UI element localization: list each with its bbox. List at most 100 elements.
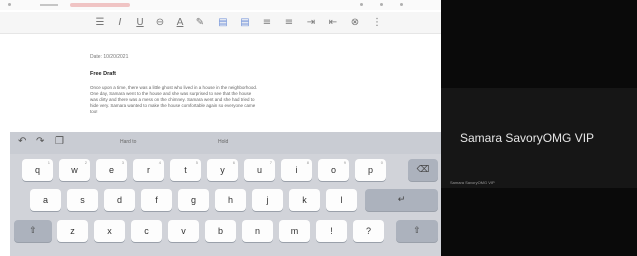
align-center-icon[interactable]: ▤ bbox=[237, 15, 253, 31]
key-label: u bbox=[256, 165, 262, 175]
shift-key-left[interactable]: ⇧ bbox=[14, 220, 52, 242]
status-marker bbox=[40, 4, 58, 6]
outdent-icon[interactable]: ⇤ bbox=[325, 15, 341, 31]
document-line: hide very. Samara wanted to make the hou… bbox=[90, 103, 256, 108]
key-label: i bbox=[295, 165, 298, 175]
key-r[interactable]: r4 bbox=[133, 159, 164, 181]
backspace-key[interactable]: ⌫ bbox=[408, 159, 438, 181]
key-sub-label: 4 bbox=[158, 160, 161, 165]
document-page[interactable]: Date: 10/20/2021 Free Draft Once upon a … bbox=[10, 34, 441, 130]
key-o[interactable]: o9 bbox=[318, 159, 349, 181]
undo-icon[interactable]: ↶ bbox=[18, 136, 26, 147]
key-s[interactable]: s bbox=[67, 189, 98, 211]
key-label: x bbox=[107, 226, 112, 236]
key-label: s bbox=[80, 195, 85, 205]
key-v[interactable]: v bbox=[168, 220, 199, 242]
clear-format-icon[interactable]: ⊗ bbox=[347, 15, 363, 31]
document-title: Free Draft bbox=[90, 71, 116, 77]
key-sub-label: 9 bbox=[343, 160, 346, 165]
key-label: g bbox=[190, 195, 196, 205]
document-line: too! bbox=[90, 109, 98, 114]
key-label: r bbox=[147, 165, 150, 175]
tab-indicator bbox=[70, 3, 130, 7]
key-label: o bbox=[330, 165, 336, 175]
document-date: Date: 10/20/2021 bbox=[90, 54, 129, 60]
undo-icon[interactable]: ☰ bbox=[92, 15, 108, 31]
key-b[interactable]: b bbox=[205, 220, 236, 242]
key-label: p bbox=[367, 165, 373, 175]
redo-icon[interactable]: ↷ bbox=[36, 136, 44, 147]
numbered-list-icon[interactable]: ≡ bbox=[281, 15, 297, 31]
key-t[interactable]: t5 bbox=[170, 159, 201, 181]
indent-icon[interactable]: ⇥ bbox=[303, 15, 319, 31]
key-question[interactable]: ? bbox=[353, 220, 384, 242]
key-label: j bbox=[266, 195, 269, 205]
key-sub-label: 7 bbox=[269, 160, 272, 165]
align-left-icon[interactable]: ▤ bbox=[215, 15, 231, 31]
status-dot bbox=[8, 3, 11, 6]
key-q[interactable]: q1 bbox=[22, 159, 53, 181]
shift-key-right[interactable]: ⇧ bbox=[396, 220, 438, 242]
strikethrough-icon[interactable]: ⊖ bbox=[152, 15, 168, 31]
suggestion[interactable]: Hold bbox=[218, 139, 228, 145]
key-x[interactable]: x bbox=[94, 220, 125, 242]
key-n[interactable]: n bbox=[242, 220, 273, 242]
text-color-icon[interactable]: A bbox=[172, 15, 188, 31]
key-w[interactable]: w2 bbox=[59, 159, 90, 181]
key-m[interactable]: m bbox=[279, 220, 310, 242]
return-key[interactable]: ↵ bbox=[365, 189, 438, 211]
key-label: k bbox=[302, 195, 307, 205]
streamer-name: Samara SavoryOMG VIP bbox=[460, 131, 595, 145]
key-c[interactable]: c bbox=[131, 220, 162, 242]
underline-icon[interactable]: U bbox=[132, 15, 148, 31]
key-label: ↵ bbox=[397, 195, 406, 205]
key-exclamation[interactable]: ! bbox=[316, 220, 347, 242]
key-sub-label: 6 bbox=[232, 160, 235, 165]
key-sub-label: 1 bbox=[47, 160, 50, 165]
key-e[interactable]: e3 bbox=[96, 159, 127, 181]
suggestion[interactable]: Hard to bbox=[120, 139, 136, 145]
key-j[interactable]: j bbox=[252, 189, 283, 211]
key-label: b bbox=[217, 226, 223, 236]
key-label: z bbox=[70, 226, 75, 236]
video-subtitle: Samara SavoryOMG VIP bbox=[450, 180, 495, 185]
key-p[interactable]: p0 bbox=[355, 159, 386, 181]
key-h[interactable]: h bbox=[215, 189, 246, 211]
key-f[interactable]: f bbox=[141, 189, 172, 211]
key-label: m bbox=[290, 226, 299, 236]
status-dot bbox=[380, 3, 383, 6]
key-sub-label: 2 bbox=[84, 160, 87, 165]
italic-icon[interactable]: I bbox=[112, 15, 128, 31]
key-label: e bbox=[108, 165, 114, 175]
video-panel[interactable]: Samara SavoryOMG VIP Samara SavoryOMG VI… bbox=[441, 0, 637, 256]
key-label: a bbox=[42, 195, 48, 205]
bullet-list-icon[interactable]: ≡ bbox=[259, 15, 275, 31]
key-k[interactable]: k bbox=[289, 189, 320, 211]
key-g[interactable]: g bbox=[178, 189, 209, 211]
key-a[interactable]: a bbox=[30, 189, 61, 211]
key-sub-label: 0 bbox=[380, 160, 383, 165]
key-u[interactable]: u7 bbox=[244, 159, 275, 181]
key-l[interactable]: l bbox=[326, 189, 357, 211]
key-label: l bbox=[340, 195, 343, 205]
status-dot bbox=[400, 3, 403, 6]
document-editor: ☰ I U ⊖ A ✎ ▤ ▤ ≡ ≡ ⇥ ⇤ ⊗ ⋮ Date: 10/20/… bbox=[0, 0, 441, 256]
key-z[interactable]: z bbox=[57, 220, 88, 242]
key-label: ? bbox=[365, 226, 371, 236]
on-screen-keyboard: ↶ ↷ ❐ Hard to Hold q 1 w 2 e 3 r 4 t 5 y 6 u 7 i 8 o 9 p 0 ⌫… bbox=[10, 132, 441, 256]
key-label: c bbox=[144, 226, 149, 236]
key-label: ⌫ bbox=[416, 165, 430, 175]
key-label: t bbox=[184, 165, 187, 175]
key-label: f bbox=[155, 195, 158, 205]
paste-icon[interactable]: ❐ bbox=[55, 136, 64, 147]
document-line: Once upon a time, there was a little gho… bbox=[90, 85, 370, 90]
key-label: ⇧ bbox=[413, 226, 421, 236]
key-d[interactable]: d bbox=[104, 189, 135, 211]
key-sub-label: 3 bbox=[121, 160, 124, 165]
highlight-icon[interactable]: ✎ bbox=[192, 15, 208, 31]
format-toolbar: ☰ I U ⊖ A ✎ ▤ ▤ ≡ ≡ ⇥ ⇤ ⊗ ⋮ bbox=[0, 12, 441, 34]
key-i[interactable]: i8 bbox=[281, 159, 312, 181]
more-options-icon[interactable]: ⋮ bbox=[369, 15, 385, 31]
key-y[interactable]: y6 bbox=[207, 159, 238, 181]
key-label: v bbox=[181, 226, 186, 236]
